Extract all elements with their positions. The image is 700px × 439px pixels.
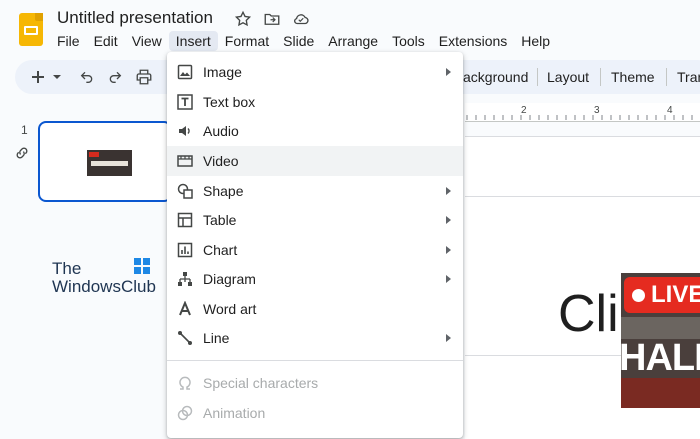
submenu-arrow-icon	[446, 275, 451, 283]
slides-logo[interactable]	[19, 13, 43, 46]
layout-button[interactable]: Layout	[547, 66, 589, 88]
live-badge: LIVE	[624, 277, 700, 313]
watermark-line1: The	[52, 259, 82, 278]
menu-item-special-characters: Special characters	[167, 368, 463, 398]
menu-item-image[interactable]: Image	[167, 57, 463, 87]
submenu-arrow-icon	[446, 68, 451, 76]
menu-item-word-art[interactable]: Word art	[167, 294, 463, 324]
text-box-icon	[177, 94, 193, 110]
line-icon	[177, 330, 193, 346]
ruler-label: 3	[594, 105, 600, 116]
new-slide-dropdown-icon[interactable]	[50, 67, 64, 87]
menu-divider	[167, 360, 463, 361]
transition-button[interactable]: Tran	[677, 66, 700, 88]
menu-item-chart[interactable]: Chart	[167, 235, 463, 265]
thumbnail-image	[87, 150, 132, 176]
watermark-line2: WindowsClub	[52, 277, 156, 296]
word-art-icon	[177, 301, 193, 317]
menu-help[interactable]: Help	[514, 31, 557, 51]
theme-button[interactable]: Theme	[611, 66, 655, 88]
menu-item-video[interactable]: Video	[167, 146, 463, 176]
menu-file[interactable]: File	[50, 31, 87, 51]
menu-item-diagram[interactable]: Diagram	[167, 264, 463, 294]
title-placeholder-border	[465, 355, 625, 356]
submenu-arrow-icon	[446, 246, 451, 254]
move-folder-icon[interactable]	[262, 9, 282, 29]
title-placeholder-border	[465, 196, 700, 197]
menu-edit[interactable]: Edit	[87, 31, 125, 51]
menu-arrange[interactable]: Arrange	[321, 31, 385, 51]
video-icon	[177, 153, 193, 169]
menu-item-text-box[interactable]: Text box	[167, 87, 463, 117]
menu-slide[interactable]: Slide	[276, 31, 321, 51]
menu-item-table[interactable]: Table	[167, 205, 463, 235]
chart-icon	[177, 242, 193, 258]
submenu-arrow-icon	[446, 187, 451, 195]
print-icon[interactable]	[134, 67, 154, 87]
toolbar-divider	[537, 68, 538, 86]
table-icon	[177, 212, 193, 228]
toolbar-divider	[600, 68, 601, 86]
menu-view[interactable]: View	[125, 31, 169, 51]
windows-logo-icon	[134, 258, 150, 274]
document-title[interactable]: Untitled presentation	[57, 8, 213, 28]
shape-icon	[177, 183, 193, 199]
menu-tools[interactable]: Tools	[385, 31, 432, 51]
slide-title-text[interactable]: Cli	[558, 288, 619, 340]
ruler-ticks	[466, 115, 693, 120]
menu-extensions[interactable]: Extensions	[432, 31, 514, 51]
ruler-label: 2	[521, 105, 527, 116]
link-icon	[13, 145, 31, 161]
undo-icon[interactable]	[77, 67, 97, 87]
submenu-arrow-icon	[446, 216, 451, 224]
omega-icon	[177, 375, 193, 391]
slide-number: 1	[21, 123, 28, 137]
star-icon[interactable]	[233, 9, 253, 29]
cloud-status-icon[interactable]	[291, 9, 311, 29]
menu-item-shape[interactable]: Shape	[167, 176, 463, 206]
diagram-icon	[177, 271, 193, 287]
image-overlay-text: HALF	[621, 337, 700, 379]
menu-item-line[interactable]: Line	[167, 323, 463, 353]
menu-item-animation: Animation	[167, 398, 463, 428]
menu-format[interactable]: Format	[218, 31, 276, 51]
submenu-arrow-icon	[446, 334, 451, 342]
menu-insert[interactable]: Insert	[168, 31, 218, 51]
new-slide-button[interactable]	[28, 67, 48, 87]
redo-icon[interactable]	[105, 67, 125, 87]
audio-icon	[177, 123, 193, 139]
slide-image[interactable]: LIVE HALF	[621, 273, 700, 408]
menu-bar: File Edit View Insert Format Slide Arran…	[50, 31, 557, 51]
toolbar-divider	[666, 68, 667, 86]
ruler-label: 4	[667, 105, 673, 116]
image-icon	[177, 64, 193, 80]
menu-item-audio[interactable]: Audio	[167, 116, 463, 146]
animation-icon	[177, 405, 193, 421]
background-button[interactable]: ackground	[463, 66, 528, 88]
insert-menu: Image Text box Audio Video Shape Table C…	[167, 52, 463, 438]
